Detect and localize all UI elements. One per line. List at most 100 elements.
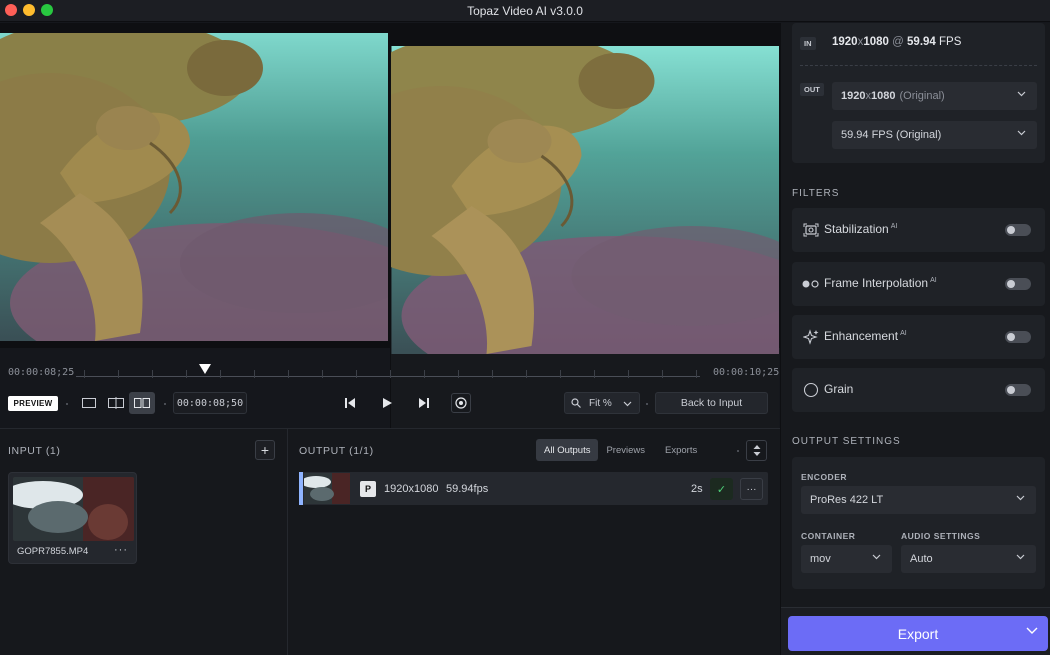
- timeline-scrubber[interactable]: [76, 376, 700, 377]
- input-width: 1920: [832, 36, 858, 48]
- separator-dot: [737, 450, 739, 452]
- filter-enhancement[interactable]: Enhancement AI: [792, 315, 1045, 359]
- panel-divider: [287, 428, 288, 655]
- input-spec: 1920x1080 @ 59.94 FPS: [832, 36, 961, 48]
- tab-exports[interactable]: Exports: [653, 439, 713, 461]
- output-fps-value: 59.94 FPS (Original): [841, 129, 942, 141]
- back-to-input-button[interactable]: Back to Input: [655, 392, 768, 414]
- stabilization-toggle[interactable]: [1005, 224, 1031, 236]
- in-tag: IN: [800, 37, 816, 50]
- output-res-note: (Original): [899, 90, 945, 102]
- separator-dot: [164, 403, 166, 405]
- filter-frame-interpolation[interactable]: Frame Interpolation AI: [792, 262, 1045, 306]
- filter-label: Stabilization AI: [824, 222, 897, 236]
- sort-button[interactable]: [746, 440, 767, 461]
- single-view-icon: [82, 398, 96, 408]
- timeline-start-time: 00:00:08;25: [8, 367, 75, 378]
- step-forward-icon: [419, 398, 429, 408]
- input-thumbnail: [13, 477, 134, 541]
- stabilization-label: Stabilization: [824, 222, 889, 236]
- timeline-tick: [492, 370, 493, 378]
- play-button[interactable]: [378, 394, 396, 412]
- split-view-icon: [108, 397, 124, 409]
- output-settings-title: OUTPUT SETTINGS: [792, 436, 901, 447]
- frame-interpolation-icon: [802, 276, 820, 292]
- chevron-down-icon: [623, 401, 632, 407]
- title-bar: Topaz Video AI v3.0.0: [0, 0, 1050, 22]
- timeline-tick: [356, 370, 357, 378]
- grain-label: Grain: [824, 382, 854, 396]
- audio-settings-label: AUDIO SETTINGS: [901, 531, 981, 541]
- timeline-tick: [84, 370, 85, 378]
- timeline-end-time: 00:00:10;25: [713, 367, 780, 378]
- output-row-accent: [299, 472, 303, 505]
- play-icon: [383, 398, 392, 408]
- next-frame-button[interactable]: [414, 394, 432, 412]
- filter-stabilization[interactable]: Stabilization AI: [792, 208, 1045, 252]
- filter-grain[interactable]: Grain: [792, 368, 1045, 412]
- input-video-frame[interactable]: [0, 33, 388, 341]
- preview-badge: PREVIEW: [8, 396, 58, 411]
- timeline-tick: [390, 370, 391, 378]
- stabilization-icon: [802, 222, 820, 238]
- sea-turtle-image: [0, 33, 388, 341]
- loop-preview-button[interactable]: [451, 393, 471, 413]
- io-divider: [800, 65, 1037, 66]
- output-thumbnail: [304, 473, 350, 504]
- ai-badge: AI: [900, 330, 907, 337]
- output-resolution-select[interactable]: 1920 x 1080 (Original): [832, 82, 1037, 110]
- zoom-dropdown[interactable]: Fit %: [564, 392, 640, 414]
- previous-frame-button[interactable]: [342, 394, 360, 412]
- enhancement-toggle[interactable]: [1005, 331, 1031, 343]
- encoder-select[interactable]: ProRes 422 LT: [801, 486, 1036, 514]
- single-view-button[interactable]: [76, 392, 102, 414]
- split-view-button[interactable]: [103, 392, 129, 414]
- timeline-tick: [186, 370, 187, 378]
- container-value: mov: [810, 553, 831, 565]
- timeline-tick: [628, 370, 629, 378]
- side-by-side-view-button[interactable]: [129, 392, 155, 414]
- record-circle-icon: [455, 397, 467, 409]
- container-label: CONTAINER: [801, 531, 856, 541]
- output-fps-select[interactable]: 59.94 FPS (Original): [832, 121, 1037, 149]
- frame-interpolation-toggle[interactable]: [1005, 278, 1031, 290]
- timeline-tick: [560, 370, 561, 378]
- export-label: Export: [897, 625, 939, 642]
- output-complete-check[interactable]: ✓: [710, 478, 733, 500]
- input-fps: 59.94: [907, 36, 936, 48]
- video-preview-area: [0, 23, 780, 655]
- timeline-tick: [696, 370, 697, 378]
- step-back-icon: [345, 398, 355, 408]
- ai-badge: AI: [930, 277, 937, 284]
- filter-label: Grain: [824, 382, 853, 396]
- io-card: IN 1920x1080 @ 59.94 FPS OUT 1920 x 1080 (…: [792, 23, 1045, 163]
- tab-previews[interactable]: Previews: [598, 439, 653, 461]
- timeline-tick: [424, 370, 425, 378]
- audio-settings-select[interactable]: Auto: [901, 545, 1036, 573]
- add-input-button[interactable]: +: [255, 440, 275, 460]
- tab-all-outputs[interactable]: All Outputs: [536, 439, 599, 461]
- playhead-handle[interactable]: [199, 364, 211, 374]
- separator-dot: [66, 403, 68, 405]
- timeline-tick: [458, 370, 459, 378]
- export-button[interactable]: Export: [788, 616, 1048, 651]
- input-at: @: [892, 36, 904, 48]
- chevron-down-icon: [1017, 91, 1026, 97]
- ai-badge: AI: [890, 223, 898, 230]
- side-by-side-view-icon: [134, 398, 150, 408]
- chevron-down-icon[interactable]: [1026, 627, 1038, 635]
- output-more-button[interactable]: ···: [740, 478, 763, 500]
- timecode-field[interactable]: 00:00:08;50: [173, 392, 247, 414]
- sort-icon: [753, 445, 760, 456]
- container-select[interactable]: mov: [801, 545, 892, 573]
- input-file-card[interactable]: GOPR7855.MP4 ···: [8, 472, 137, 564]
- output-duration: 2s: [691, 483, 703, 495]
- grain-toggle[interactable]: [1005, 384, 1031, 396]
- input-file-name: GOPR7855.MP4: [17, 546, 89, 557]
- output-tabs: All Outputs Previews Exports: [536, 439, 713, 461]
- input-file-more-button[interactable]: ···: [114, 544, 128, 556]
- encoder-value: ProRes 422 LT: [810, 494, 884, 506]
- out-tag: OUT: [800, 83, 824, 96]
- output-settings-card: ENCODER ProRes 422 LT CONTAINER mov AUDI…: [792, 457, 1045, 589]
- timeline-tick: [118, 370, 119, 378]
